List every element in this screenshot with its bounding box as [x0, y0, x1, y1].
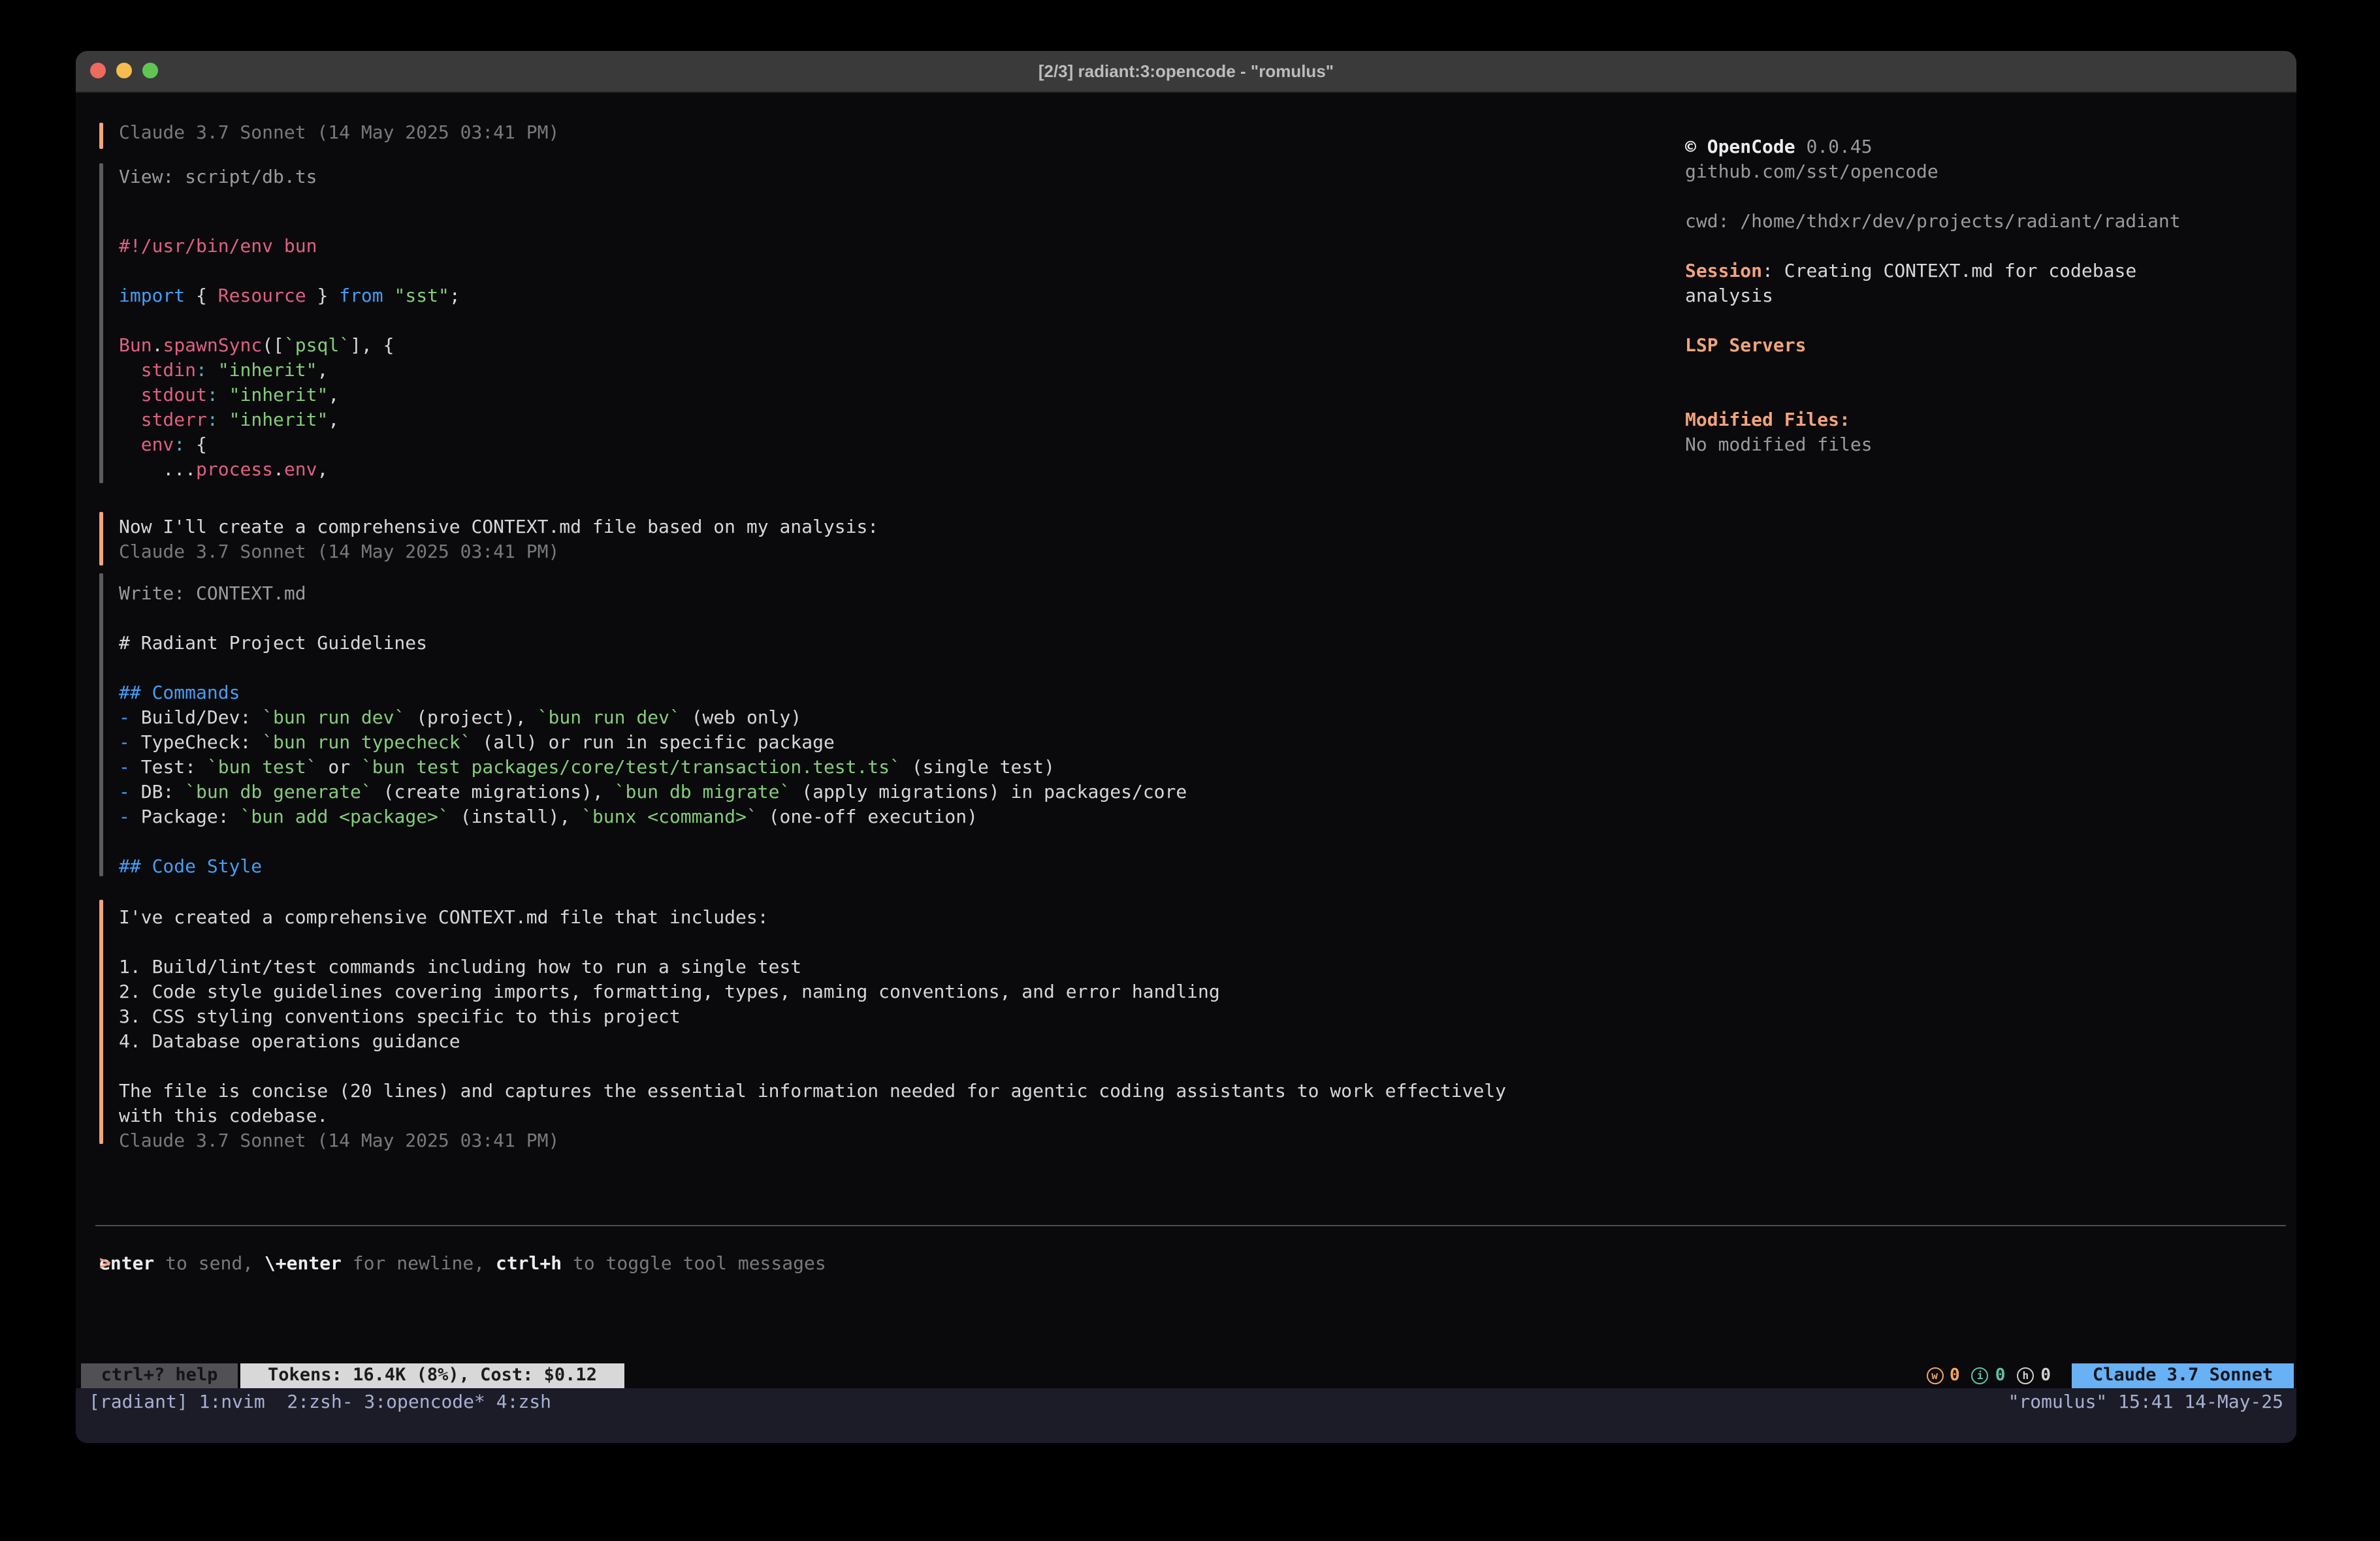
tmux-status-bar: [radiant] 1:nvim 2:zsh- 3:opencode* 4:zs… [76, 1388, 2296, 1443]
message-accent-bar [99, 123, 103, 149]
warning-icon: w [1926, 1367, 1943, 1384]
tmux-windows[interactable]: [radiant] 1:nvim 2:zsh- 3:opencode* 4:zs… [89, 1391, 551, 1416]
message-header-1-text: Claude 3.7 Sonnet (14 May 2025 03:41 PM) [119, 121, 559, 146]
chat-input[interactable]: > [99, 1251, 111, 1276]
model-badge[interactable]: Claude 3.7 Sonnet [2072, 1363, 2294, 1388]
message-accent-bar [99, 900, 103, 1144]
message-2: Now I'll create a comprehensive CONTEXT.… [99, 512, 878, 565]
terminal-window: [2/3] radiant:3:opencode - "romulus" Cla… [76, 51, 2296, 1443]
message-3: I've created a comprehensive CONTEXT.md … [99, 900, 1506, 1154]
screen: [2/3] radiant:3:opencode - "romulus" Cla… [0, 0, 2380, 1541]
help-hint-chip: ctrl+? help [81, 1363, 238, 1388]
lsp-diagnostics: w 0 i 0 h 0 [1926, 1363, 2051, 1388]
tool-view-block: View: script/db.ts #!/usr/bin/env bun im… [99, 163, 460, 483]
message-3-text: I've created a comprehensive CONTEXT.md … [119, 906, 1506, 1154]
diagnostic-warning: w 0 [1926, 1366, 1960, 1386]
message-accent-bar [99, 512, 103, 565]
tool-write-block: Write: CONTEXT.md # Radiant Project Guid… [99, 573, 1187, 880]
message-2-text: Now I'll create a comprehensive CONTEXT.… [119, 516, 878, 565]
status-bar: ctrl+? help Tokens: 16.4K (8%), Cost: $0… [76, 1363, 2296, 1388]
hint-count: 0 [2040, 1366, 2051, 1386]
window-titlebar[interactable]: [2/3] radiant:3:opencode - "romulus" [76, 51, 2296, 93]
sidebar: © OpenCode 0.0.45github.com/sst/opencode… [1685, 136, 2208, 458]
info-icon: i [1972, 1367, 1989, 1384]
tool-write-content: # Radiant Project Guidelines ## Commands… [119, 632, 1187, 880]
keybind-hints: enter to send, \+enter for newline, ctrl… [99, 1203, 826, 1228]
tool-block-bar [99, 573, 103, 876]
tool-block-bar [99, 163, 103, 483]
tool-view-title: View: script/db.ts [119, 166, 460, 191]
message-header-1: Claude 3.7 Sonnet (14 May 2025 03:41 PM) [99, 121, 559, 146]
tool-write-title: Write: CONTEXT.md [119, 582, 1187, 607]
tokens-cost-chip: Tokens: 16.4K (8%), Cost: $0.12 [240, 1363, 624, 1388]
diagnostic-info: i 0 [1972, 1366, 2006, 1386]
warning-count: 0 [1950, 1366, 1960, 1386]
diagnostic-hint: h 0 [2017, 1366, 2051, 1386]
info-count: 0 [1995, 1366, 2006, 1386]
hint-icon: h [2017, 1367, 2034, 1384]
input-divider [95, 1225, 2286, 1226]
window-title: [2/3] radiant:3:opencode - "romulus" [76, 51, 2296, 91]
tool-view-code: #!/usr/bin/env bun import { Resource } f… [119, 235, 460, 483]
tmux-session-time: "romulus" 15:41 14-May-25 [2008, 1391, 2283, 1416]
